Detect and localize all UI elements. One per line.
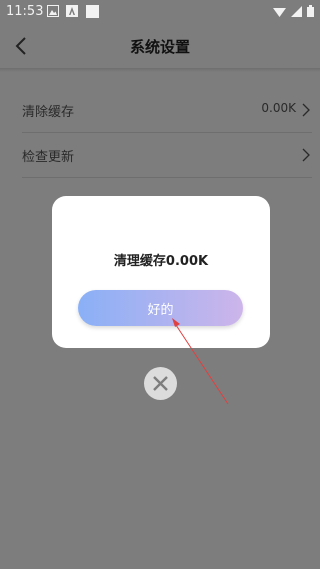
text-icon bbox=[66, 5, 78, 17]
dialog-message: 清理缓存0.00K bbox=[113, 254, 209, 269]
chevron-right-icon bbox=[302, 103, 310, 117]
ok-button[interactable]: 好的 bbox=[78, 290, 243, 326]
cache-cleared-dialog: 清理缓存0.00K 好的 bbox=[52, 196, 270, 348]
square-icon bbox=[86, 5, 99, 18]
cache-size-value: 0.00K bbox=[261, 101, 296, 115]
status-time: 11:53 bbox=[6, 4, 44, 19]
close-button[interactable] bbox=[144, 367, 177, 400]
page-title: 系统设置 bbox=[129, 38, 190, 56]
settings-row-check-update[interactable]: 检查更新 bbox=[22, 133, 312, 178]
nav-bar: 系统设置 bbox=[0, 24, 320, 68]
image-icon bbox=[47, 5, 59, 17]
status-bar: 11:53 bbox=[0, 0, 320, 24]
battery-icon bbox=[307, 5, 314, 17]
chevron-right-icon bbox=[302, 148, 310, 162]
status-right bbox=[273, 5, 314, 17]
wifi-icon bbox=[273, 7, 286, 17]
nav-divider bbox=[0, 68, 320, 72]
row-label: 检查更新 bbox=[22, 150, 75, 165]
signal-icon bbox=[291, 5, 302, 17]
row-label: 清除缓存 bbox=[22, 105, 75, 120]
settings-row-clear-cache[interactable]: 清除缓存 0.00K bbox=[22, 88, 312, 133]
close-icon bbox=[153, 376, 168, 391]
